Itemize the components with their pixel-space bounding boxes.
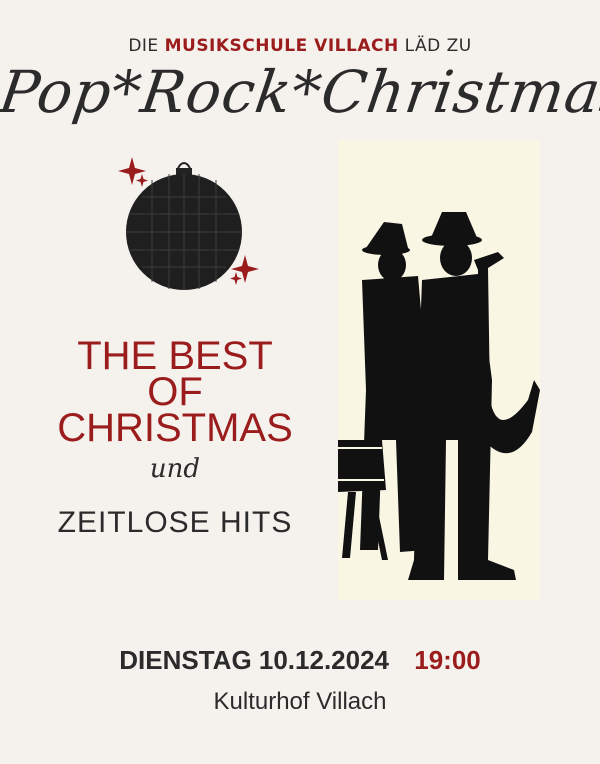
intro-prefix: DIE — [128, 36, 159, 56]
jazz-musicians-silhouette — [338, 212, 540, 580]
headline-line-2: OF — [147, 370, 203, 414]
event-venue: Kulturhof Villach — [213, 688, 387, 715]
jazz-musicians-illustration — [338, 140, 540, 600]
christmas-bauble-icon — [118, 157, 259, 290]
subheadline: ZEITLOSE HITS — [57, 506, 293, 539]
connector-text: und — [149, 454, 201, 484]
event-title: Pop*Rock*Christmas — [0, 58, 600, 126]
headline-line-3: CHRISTMAS — [57, 406, 293, 450]
headline-line-1: THE BEST — [77, 334, 273, 378]
school-name: MUSIKSCHULE VILLACH — [164, 36, 399, 56]
event-time: 19:00 — [414, 645, 481, 675]
intro-suffix: LÄD ZU — [404, 36, 472, 56]
intro-line: DIE MUSIKSCHULE VILLACH LÄD ZU — [0, 36, 600, 56]
headline: THE BEST OF CHRISTMAS — [40, 334, 310, 450]
event-date-line: DIENSTAG 10.12.2024 19:00 — [0, 645, 600, 676]
event-date: DIENSTAG 10.12.2024 — [119, 645, 390, 675]
